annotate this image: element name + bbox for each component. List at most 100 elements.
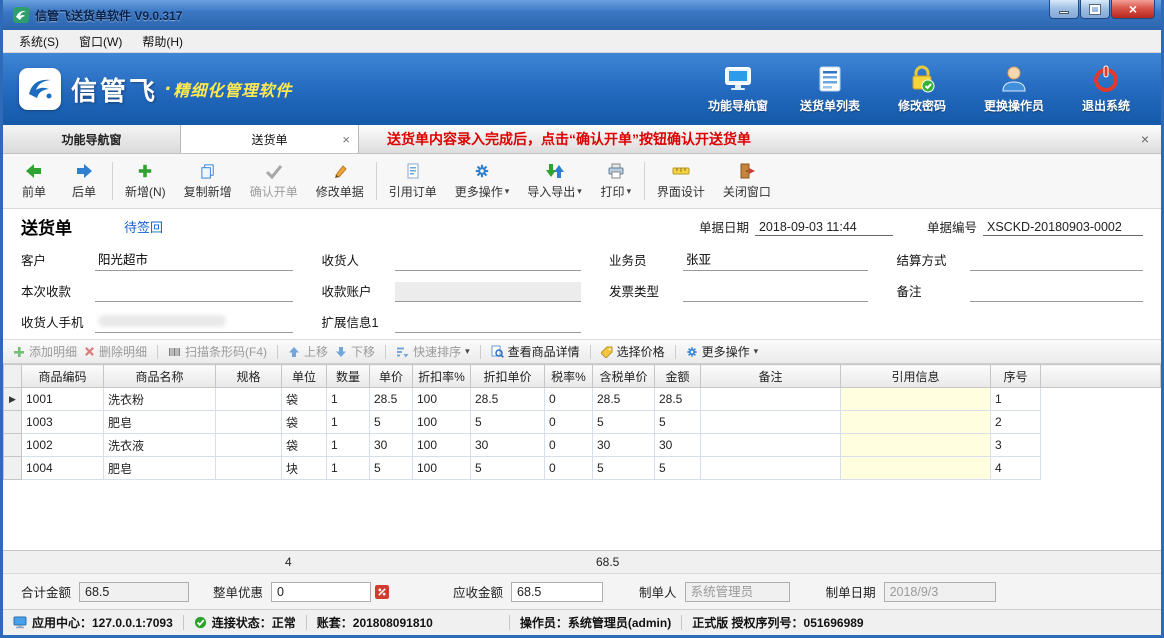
cell-discount-rate[interactable]: 100 [413,434,471,457]
tab-close-icon[interactable]: × [342,132,350,147]
add-row-button[interactable]: 添加明细 [13,343,77,360]
order-discount-field[interactable]: 0 [271,582,371,602]
cell-amount[interactable]: 5 [655,457,701,480]
cell-product-name[interactable]: 洗衣液 [104,434,216,457]
doc-number-field[interactable]: XSCKD-20180903-0002 [983,220,1143,236]
customer-field[interactable]: 阳光超市 [95,249,293,271]
cell-qty[interactable]: 1 [327,434,370,457]
table-row[interactable]: 1002 洗衣液 袋 1 30 100 30 0 30 30 3 [4,434,1161,457]
confirm-open-button[interactable]: 确认开单 [241,156,307,206]
cell-tax-rate[interactable]: 0 [545,457,593,480]
move-up-button[interactable]: 上移 [288,343,328,360]
next-doc-button[interactable]: 后单 [59,156,109,206]
order-list-button[interactable]: 送货单列表 [791,64,869,114]
cell-taxed-price[interactable]: 28.5 [593,388,655,411]
cell-reference[interactable] [841,457,991,480]
phone-field[interactable] [95,315,293,333]
cell-seq[interactable]: 2 [991,411,1041,434]
cell-seq[interactable]: 1 [991,388,1041,411]
cell-product-name[interactable]: 肥皂 [104,411,216,434]
cell-qty[interactable]: 1 [327,388,370,411]
tab-delivery-order[interactable]: 送货单 × [181,125,359,153]
cell-spec[interactable] [216,434,282,457]
close-window-button[interactable]: 关闭窗口 [714,156,780,206]
cell-seq[interactable]: 3 [991,434,1041,457]
modify-doc-button[interactable]: 修改单据 [307,156,373,206]
table-row[interactable]: 1003 肥皂 袋 1 5 100 5 0 5 5 2 [4,411,1161,434]
cell-price[interactable]: 5 [370,411,413,434]
change-password-button[interactable]: 修改密码 [883,64,961,114]
cell-taxed-price[interactable]: 30 [593,434,655,457]
menu-window[interactable]: 窗口(W) [69,30,132,53]
maximize-button[interactable] [1080,0,1110,19]
move-down-button[interactable]: 下移 [335,343,375,360]
exit-system-button[interactable]: 退出系统 [1067,64,1145,114]
invoice-field[interactable] [683,284,869,302]
cell-product-code[interactable]: 1003 [22,411,104,434]
delete-row-button[interactable]: 删除明细 [84,343,147,360]
cell-product-code[interactable]: 1002 [22,434,104,457]
panel-close-icon[interactable]: × [1129,131,1161,147]
table-row[interactable]: ▶ 1001 洗衣粉 袋 1 28.5 100 28.5 0 28.5 28.5… [4,388,1161,411]
cell-spec[interactable] [216,457,282,480]
cell-unit[interactable]: 块 [282,457,327,480]
close-button[interactable]: × [1111,0,1155,19]
salesman-field[interactable]: 张亚 [683,249,869,271]
cell-remark[interactable] [701,388,841,411]
cell-qty[interactable]: 1 [327,457,370,480]
cell-remark[interactable] [701,457,841,480]
doc-date-field[interactable]: 2018-09-03 11:44 [755,220,893,236]
cell-spec[interactable] [216,388,282,411]
receivable-field[interactable]: 68.5 [511,582,603,602]
cell-product-name[interactable]: 肥皂 [104,457,216,480]
menu-help[interactable]: 帮助(H) [132,30,193,53]
table-row[interactable]: 1004 肥皂 块 1 5 100 5 0 5 5 4 [4,457,1161,480]
cell-spec[interactable] [216,411,282,434]
cell-amount[interactable]: 30 [655,434,701,457]
scan-barcode-button[interactable]: 扫描条形码(F4) [168,343,267,360]
cell-reference[interactable] [841,434,991,457]
quick-sort-button[interactable]: 快速排序 ▾ [396,343,470,360]
settlement-field[interactable] [970,253,1143,271]
cell-tax-rate[interactable]: 0 [545,388,593,411]
quote-order-button[interactable]: 引用订单 [380,156,446,206]
cell-unit[interactable]: 袋 [282,388,327,411]
cell-qty[interactable]: 1 [327,411,370,434]
minimize-button[interactable] [1049,0,1079,19]
new-button[interactable]: 新增(N) [116,156,175,206]
payment-field[interactable] [95,284,293,302]
ext1-field[interactable] [395,315,581,333]
cell-reference[interactable] [841,388,991,411]
cell-taxed-price[interactable]: 5 [593,411,655,434]
prev-doc-button[interactable]: 前单 [9,156,59,206]
cell-reference[interactable] [841,411,991,434]
cell-discount-price[interactable]: 5 [471,411,545,434]
select-price-button[interactable]: 选择价格 [601,343,665,360]
menu-system[interactable]: 系统(S) [9,30,69,53]
cell-product-code[interactable]: 1004 [22,457,104,480]
cell-remark[interactable] [701,434,841,457]
cell-discount-rate[interactable]: 100 [413,457,471,480]
ui-design-button[interactable]: 界面设计 [648,156,714,206]
cell-unit[interactable]: 袋 [282,411,327,434]
detail-more-button[interactable]: 更多操作 ▾ [686,343,759,360]
print-button[interactable]: 打印▾ [591,156,641,206]
cell-discount-price[interactable]: 28.5 [471,388,545,411]
view-product-button[interactable]: 查看商品详情 [491,343,580,360]
cell-remark[interactable] [701,411,841,434]
cell-amount[interactable]: 28.5 [655,388,701,411]
nav-panel-button[interactable]: 功能导航窗 [699,64,777,114]
cell-price[interactable]: 28.5 [370,388,413,411]
remark-field[interactable] [970,284,1143,302]
import-export-button[interactable]: 导入导出▾ [518,156,591,206]
cell-product-code[interactable]: 1001 [22,388,104,411]
cell-amount[interactable]: 5 [655,411,701,434]
cell-product-name[interactable]: 洗衣粉 [104,388,216,411]
tab-nav-panel[interactable]: 功能导航窗 [3,125,181,153]
cell-taxed-price[interactable]: 5 [593,457,655,480]
cell-discount-rate[interactable]: 100 [413,411,471,434]
receiver-field[interactable] [395,253,581,271]
cell-tax-rate[interactable]: 0 [545,434,593,457]
cell-seq[interactable]: 4 [991,457,1041,480]
cell-discount-price[interactable]: 5 [471,457,545,480]
